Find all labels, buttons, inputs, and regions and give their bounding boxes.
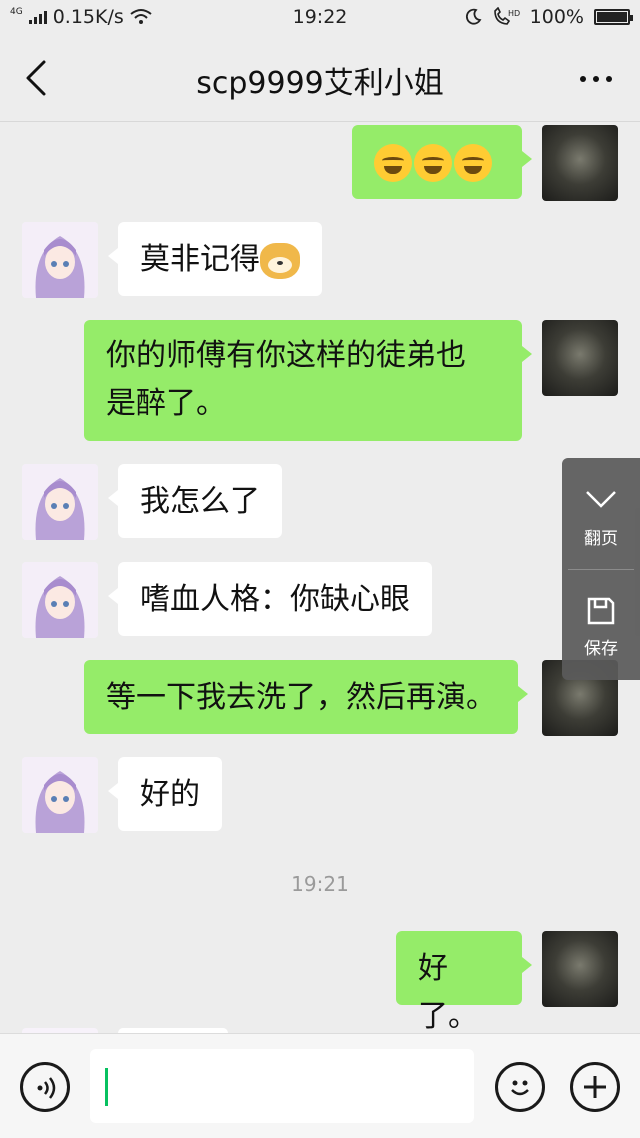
smiley-icon: [511, 1080, 529, 1096]
contact-avatar[interactable]: [22, 222, 98, 298]
laugh-cry-emoji: [414, 143, 452, 182]
chevron-down-icon: [586, 491, 616, 508]
my-avatar[interactable]: [542, 931, 618, 1007]
message-text: 等一下我去洗了，然后再演。: [106, 680, 496, 715]
text-cursor: [105, 1068, 108, 1106]
more-functions-button[interactable]: [570, 1062, 620, 1112]
hd-call-icon: HD: [493, 7, 520, 25]
my-avatar[interactable]: [542, 320, 618, 396]
chat-header: scp9999艾利小姐: [0, 34, 640, 122]
save-icon: [587, 597, 615, 625]
my-avatar[interactable]: [542, 125, 618, 201]
message-bubble-mine[interactable]: 好了。: [396, 931, 532, 1033]
save-button[interactable]: 保存: [562, 570, 640, 680]
message-input[interactable]: [90, 1049, 474, 1123]
battery-percent: 100%: [529, 6, 584, 28]
message-bubble-contact[interactable]: 嗜血人格：你缺心眼: [108, 562, 432, 636]
voice-icon: [37, 1077, 56, 1099]
message-timestamp: 19:21: [291, 872, 349, 896]
moon-icon: [465, 8, 482, 25]
laugh-cry-emoji: [454, 143, 492, 182]
contact-avatar[interactable]: [22, 562, 98, 638]
anime-girl-avatar: [22, 562, 98, 638]
chat-title: scp9999艾利小姐: [196, 66, 444, 101]
message-text: 我怎么了: [140, 484, 260, 519]
more-dots-icon: [580, 76, 586, 82]
page-turn-label: 翻页: [584, 529, 618, 549]
anime-girl-avatar: [22, 222, 98, 298]
more-options-button[interactable]: [576, 64, 616, 94]
page-turn-button[interactable]: 翻页: [562, 458, 640, 568]
save-label: 保存: [584, 639, 618, 659]
message-bubble-mine[interactable]: [352, 125, 532, 199]
doge-emoji: [260, 242, 300, 279]
laugh-cry-emoji: [374, 143, 412, 182]
message-text: 嗜血人格：你缺心眼: [140, 582, 410, 617]
message-text: 好的: [140, 777, 200, 812]
contact-avatar[interactable]: [22, 757, 98, 833]
floating-tool-panel: 翻页 保存: [562, 458, 640, 680]
voice-button[interactable]: [20, 1062, 70, 1112]
battery-fill: [597, 12, 627, 22]
message-bubble-contact[interactable]: 莫非记得: [108, 222, 322, 296]
message-bubble-contact[interactable]: 好的: [108, 757, 222, 831]
emoji-button[interactable]: [495, 1062, 545, 1112]
contact-avatar[interactable]: [22, 464, 98, 540]
svg-text:HD: HD: [508, 9, 520, 18]
message-text: 莫非记得: [140, 242, 260, 277]
message-bubble-contact[interactable]: 我怎么了: [108, 464, 282, 538]
message-text-line: 你的师傅有你这样的徒弟也: [106, 338, 466, 373]
anime-girl-avatar: [22, 464, 98, 540]
anime-girl-avatar: [22, 757, 98, 833]
message-text-line: 是醉了。: [106, 386, 226, 421]
message-bubble-mine[interactable]: 等一下我去洗了，然后再演。: [84, 660, 528, 734]
input-bar: [0, 1033, 640, 1138]
message-text: 好了。: [418, 951, 478, 1033]
battery-icon: [594, 9, 633, 25]
plus-icon: [584, 1076, 606, 1098]
message-bubble-mine[interactable]: 你的师傅有你这样的徒弟也 是醉了。: [84, 320, 532, 441]
status-bar: 4G 0.15K/s 19:22 HD 100%: [0, 0, 640, 34]
message-list[interactable]: 莫非记得 你的师傅有你这样的徒弟也 是醉了。 我怎么了 嗜血人格：你缺心眼 等一…: [0, 123, 640, 1033]
